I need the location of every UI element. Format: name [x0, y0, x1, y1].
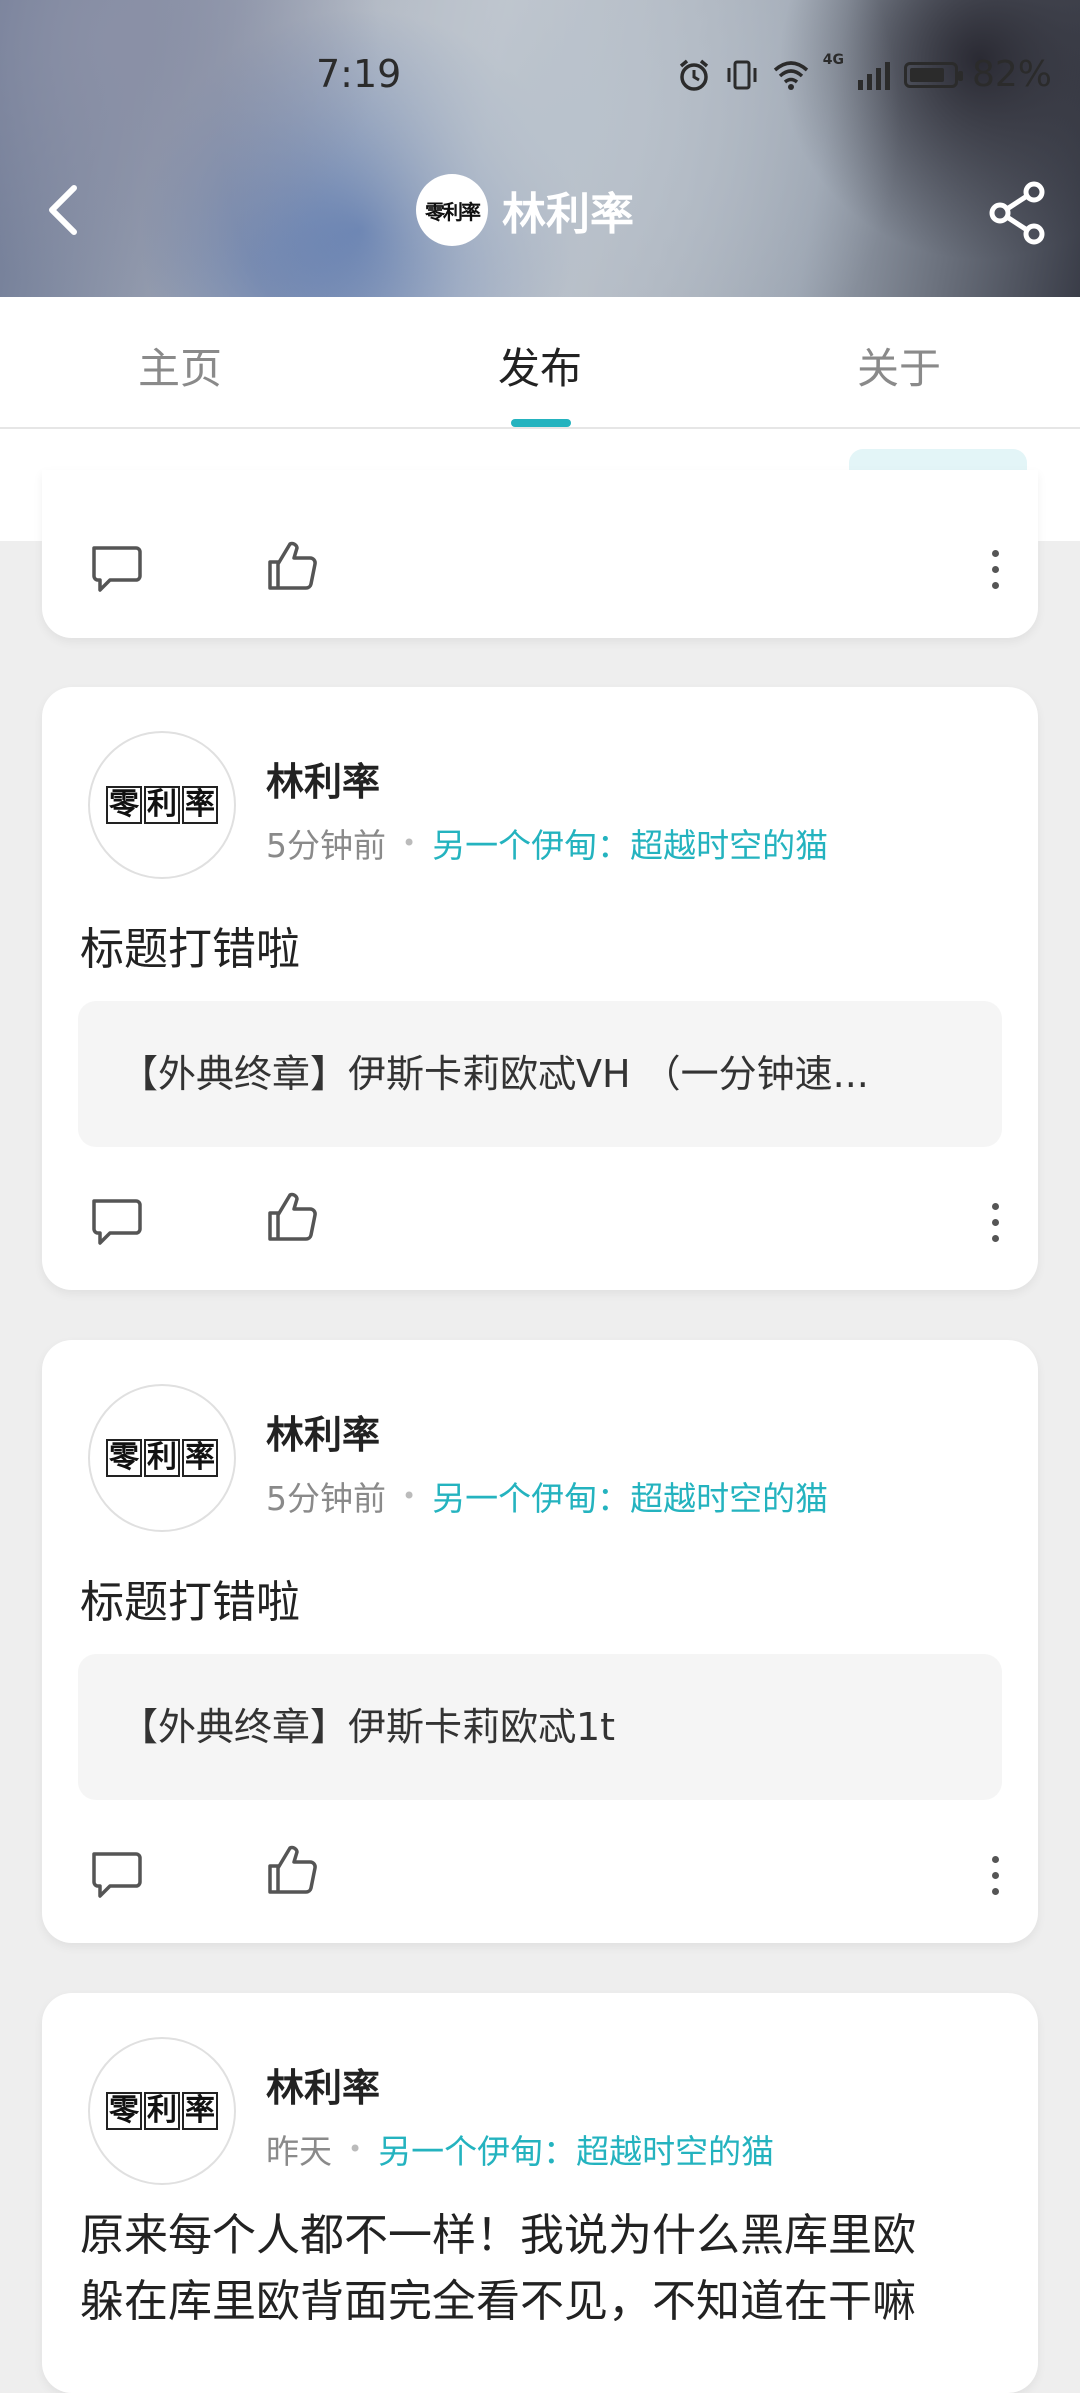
avatar[interactable]: 零利率	[88, 731, 236, 879]
more-icon[interactable]	[992, 1203, 1000, 1251]
quoted-post-title: 【外典终章】伊斯卡莉欧忒1t	[120, 1705, 616, 1749]
more-icon[interactable]	[992, 1856, 1000, 1904]
post-card-partial	[42, 470, 1038, 638]
separator-dot: •	[402, 1482, 417, 1510]
post-title[interactable]: 标题打错啦	[80, 1566, 300, 1630]
avatar-char: 零	[106, 786, 142, 824]
status-time: 7:19	[316, 52, 402, 96]
post-time: 5分钟前	[266, 1479, 386, 1518]
vibrate-icon	[727, 60, 757, 89]
quoted-post-title: 【外典终章】伊斯卡莉欧忒VH （一分钟速...	[120, 1052, 869, 1096]
battery-icon	[903, 61, 963, 88]
like-icon[interactable]	[264, 538, 320, 594]
post-meta: 昨天 • 另一个伊甸：超越时空的猫	[266, 2125, 774, 2173]
network-label: 4G	[822, 52, 844, 68]
post-forum-link[interactable]: 另一个伊甸：超越时空的猫	[432, 819, 828, 867]
post-forum-link[interactable]: 另一个伊甸：超越时空的猫	[378, 2125, 774, 2173]
avatar[interactable]: 零利率	[88, 2037, 236, 2185]
post-body-line[interactable]: 躲在库里欧背面完全看不见，不知道在干嘛	[80, 2269, 1040, 2335]
avatar-char: 率	[182, 786, 218, 824]
post-meta: 5分钟前 • 另一个伊甸：超越时空的猫	[266, 819, 828, 867]
post-author[interactable]: 林利率	[266, 2057, 380, 2112]
avatar-char: 率	[182, 1439, 218, 1477]
avatar-char: 利	[144, 2092, 180, 2130]
post-card[interactable]: 零利率 林利率 5分钟前 • 另一个伊甸：超越时空的猫 标题打错啦 【外典终章】…	[42, 687, 1038, 1290]
tab-posts[interactable]: 发布	[498, 335, 582, 396]
header-avatar: 零利率	[416, 174, 488, 246]
tab-indicator	[511, 419, 571, 427]
wifi-icon	[773, 60, 808, 90]
signal-icon	[857, 61, 890, 90]
avatar-char: 零	[106, 2092, 142, 2130]
post-author[interactable]: 林利率	[266, 1404, 380, 1459]
separator-dot: •	[348, 2135, 363, 2163]
quoted-post[interactable]: 【外典终章】伊斯卡莉欧忒1t	[78, 1654, 1002, 1800]
post-forum-link[interactable]: 另一个伊甸：超越时空的猫	[432, 1472, 828, 1520]
like-icon[interactable]	[264, 1189, 320, 1245]
avatar-char: 利	[144, 1439, 180, 1477]
post-meta: 5分钟前 • 另一个伊甸：超越时空的猫	[266, 1472, 828, 1520]
like-icon[interactable]	[264, 1842, 320, 1898]
avatar-logo: 零利率	[106, 1439, 218, 1477]
avatar-logo: 零利率	[106, 786, 218, 824]
header-title[interactable]: 零利率 林利率	[416, 174, 634, 246]
comment-icon[interactable]	[88, 542, 144, 596]
post-title[interactable]: 标题打错啦	[80, 913, 300, 977]
post-author[interactable]: 林利率	[266, 751, 380, 806]
avatar-char: 利	[144, 786, 180, 824]
avatar-logo: 零利率	[106, 2092, 218, 2130]
post-card[interactable]: 零利率 林利率 5分钟前 • 另一个伊甸：超越时空的猫 标题打错啦 【外典终章】…	[42, 1340, 1038, 1943]
profile-header: 7:19 4G 82% 零利率 林利率	[0, 0, 1080, 297]
avatar-char: 率	[182, 2092, 218, 2130]
separator-dot: •	[402, 829, 417, 857]
avatar-char: 零	[106, 1439, 142, 1477]
alarm-icon	[679, 59, 708, 91]
post-card[interactable]: 零利率 林利率 昨天 • 另一个伊甸：超越时空的猫 原来每个人都不一样！我说为什…	[42, 1993, 1038, 2393]
main-tabs: 主页 发布 关于	[0, 297, 1080, 429]
post-time: 昨天	[266, 2132, 332, 2171]
share-icon[interactable]	[986, 180, 1052, 246]
quoted-post[interactable]: 【外典终章】伊斯卡莉欧忒VH （一分钟速...	[78, 1001, 1002, 1147]
more-icon[interactable]	[992, 550, 1000, 598]
comment-icon[interactable]	[88, 1195, 144, 1249]
tab-home[interactable]: 主页	[138, 335, 222, 396]
tab-about[interactable]: 关于	[857, 335, 941, 396]
header-title-text: 林利率	[502, 189, 634, 240]
back-icon[interactable]	[40, 180, 90, 240]
post-body-line[interactable]: 原来每个人都不一样！我说为什么黑库里欧	[80, 2203, 1040, 2269]
comment-icon[interactable]	[88, 1848, 144, 1902]
battery-percent: 82%	[971, 54, 1052, 95]
status-bar-right: 4G 82%	[677, 52, 1052, 95]
avatar[interactable]: 零利率	[88, 1384, 236, 1532]
post-time: 5分钟前	[266, 826, 386, 865]
